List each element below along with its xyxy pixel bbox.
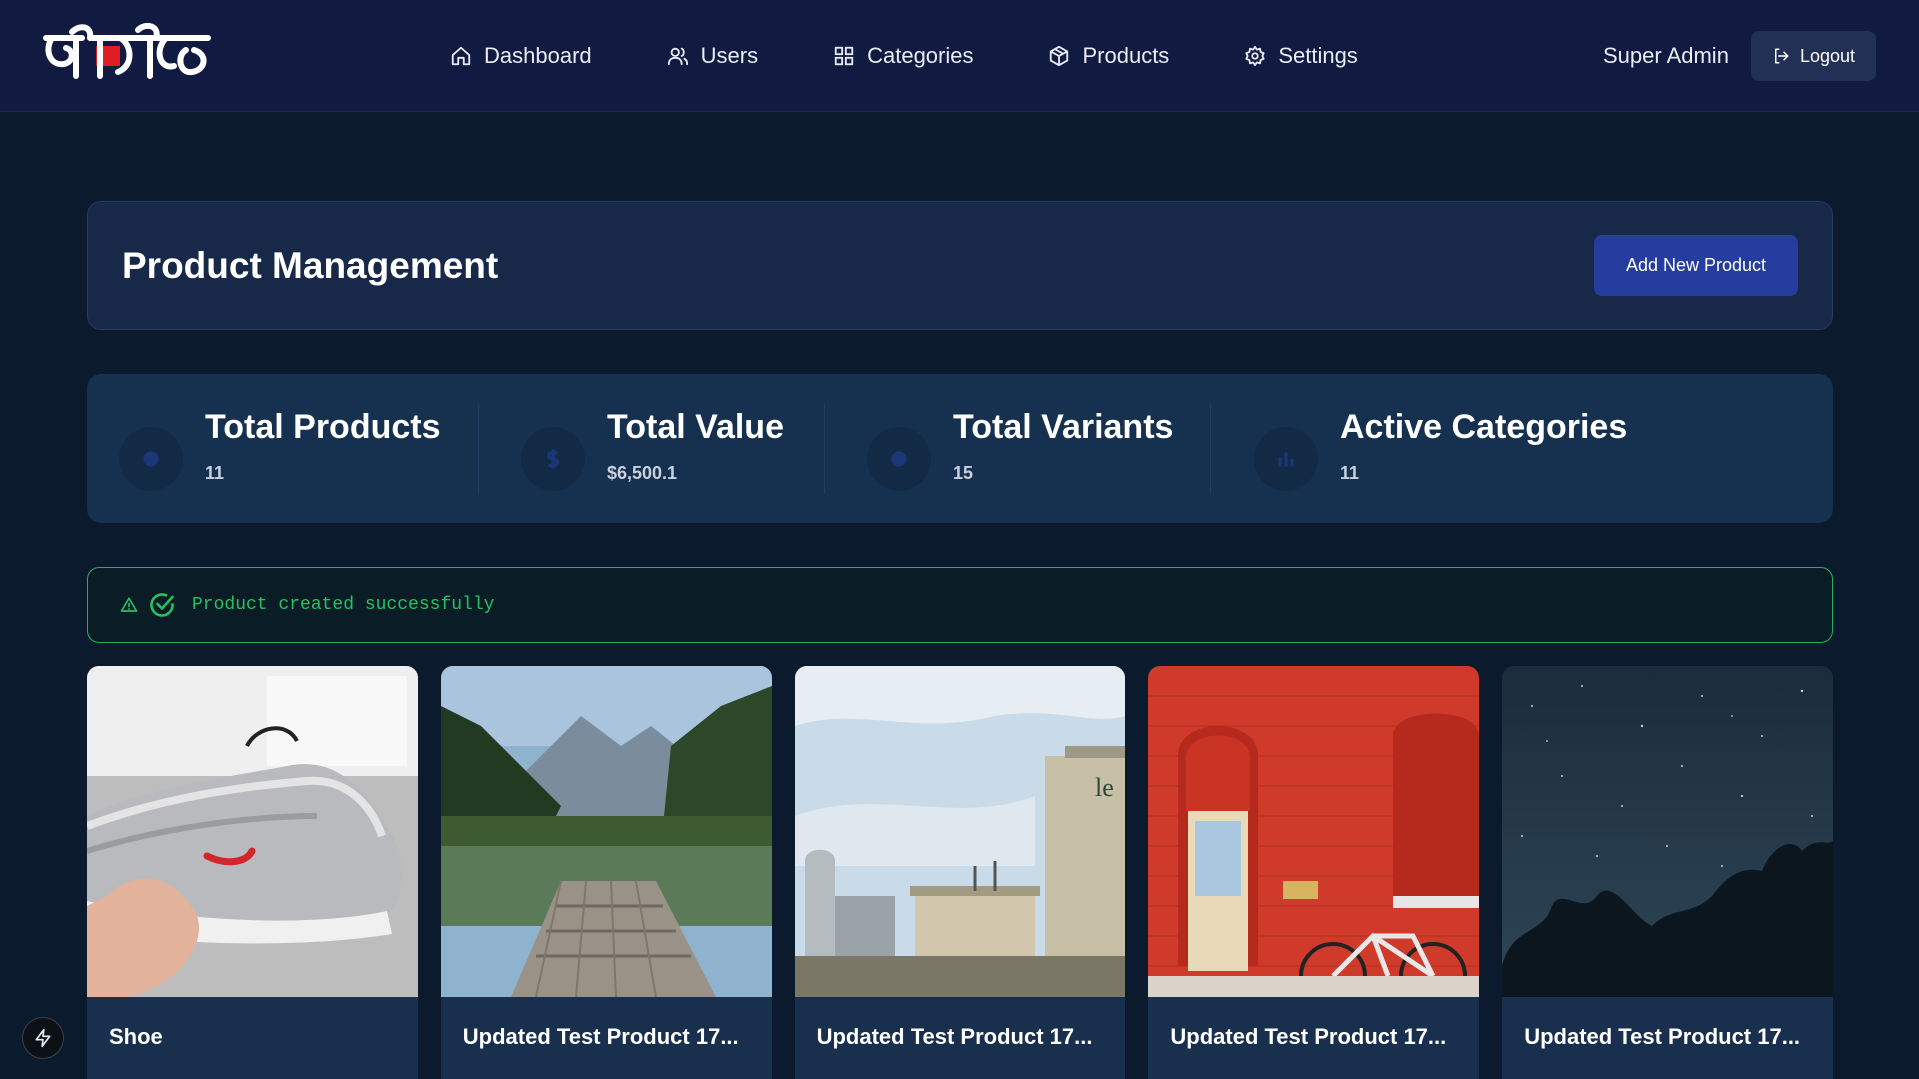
alert-message: Product created successfully — [192, 595, 495, 615]
nav-item-dashboard[interactable]: Dashboard — [450, 43, 592, 69]
product-card[interactable]: Updated Test Product 17... — [1502, 666, 1833, 1079]
package-icon — [1050, 45, 1069, 67]
stat-value: 11 — [205, 462, 225, 483]
success-alert: Product created successfully — [87, 567, 1833, 643]
stats-panel: Total Products 11 Total Value $6,500.1 T… — [87, 374, 1833, 523]
layers-icon — [867, 426, 931, 491]
stat-label: Active Categories — [1340, 407, 1628, 446]
nav-item-label: Users — [700, 43, 759, 68]
package-icon — [119, 426, 183, 491]
sneaker-photo — [87, 666, 418, 997]
product-grid: Shoe Updated Test Product 17... le Updat… — [87, 666, 1833, 1079]
stat-active-categories: Active Categories 11 — [1254, 374, 1627, 523]
chart-icon — [1254, 426, 1318, 491]
product-title: Updated Test Product 17... — [1524, 1024, 1801, 1049]
lake-dock-photo — [440, 666, 772, 997]
stat-label: Total Variants — [953, 407, 1174, 446]
stat-total-value: Total Value $6,500.1 — [521, 374, 784, 523]
product-card[interactable]: le Updated Test Product 17... — [794, 666, 1126, 1079]
check-circle-icon — [150, 593, 174, 617]
stat-divider — [1210, 404, 1211, 494]
stat-value: 11 — [1340, 462, 1360, 483]
user-name: Super Admin — [1602, 43, 1729, 68]
page-title: Product Management — [122, 244, 499, 286]
users-icon — [667, 47, 688, 66]
night-sky-photo — [1502, 666, 1833, 997]
nav-item-label: Settings — [1278, 43, 1358, 68]
nav-item-label: Dashboard — [484, 43, 592, 68]
stat-value: 15 — [953, 462, 974, 483]
brand-logo[interactable] — [42, 20, 212, 90]
product-card[interactable]: Updated Test Product 17... — [1148, 666, 1480, 1079]
product-card[interactable]: Updated Test Product 17... — [440, 666, 772, 1079]
grid-icon — [834, 46, 854, 66]
bolt-icon — [35, 1028, 51, 1048]
product-title: Updated Test Product 17... — [816, 1024, 1093, 1049]
nav-item-users[interactable]: Users — [667, 43, 758, 69]
nav-item-products[interactable]: Products — [1048, 43, 1169, 69]
main-nav: Dashboard Users Categories Products Sett… — [450, 0, 1433, 112]
nav-item-label: Products — [1082, 43, 1170, 68]
dollar-icon — [521, 426, 585, 491]
stat-value: $6,500.1 — [607, 462, 678, 483]
stat-divider — [478, 404, 479, 494]
product-title: Updated Test Product 17... — [1170, 1024, 1447, 1049]
add-new-product-button[interactable]: Add New Product — [1594, 235, 1798, 296]
logout-icon — [1774, 48, 1789, 64]
home-icon — [451, 46, 471, 66]
stat-label: Total Products — [205, 407, 441, 446]
logout-label: Logout — [1799, 45, 1855, 66]
svg-text:le: le — [1095, 773, 1114, 802]
stat-divider — [824, 404, 825, 494]
warning-icon — [120, 597, 138, 612]
page-header: Product Management Add New Product — [87, 201, 1833, 330]
stat-label: Total Value — [607, 407, 784, 446]
nav-item-settings[interactable]: Settings — [1244, 43, 1358, 69]
stat-total-products: Total Products 11 — [119, 374, 441, 523]
bolt-button[interactable] — [22, 1017, 64, 1059]
red-wall-bicycle-photo — [1148, 666, 1480, 997]
nav-item-label: Categories — [867, 43, 974, 68]
top-navbar: Dashboard Users Categories Products Sett… — [0, 0, 1919, 112]
logout-button[interactable]: Logout — [1750, 31, 1876, 81]
industrial-tanks-photo: le — [794, 666, 1126, 997]
user-area: Super Admin Logout — [1603, 31, 1876, 81]
stat-total-variants: Total Variants 15 — [867, 374, 1173, 523]
gear-icon — [1245, 45, 1265, 67]
product-card[interactable]: Shoe — [87, 666, 418, 1079]
product-title: Updated Test Product 17... — [462, 1024, 739, 1049]
product-title: Shoe — [109, 1024, 163, 1049]
nav-item-categories[interactable]: Categories — [833, 43, 973, 69]
